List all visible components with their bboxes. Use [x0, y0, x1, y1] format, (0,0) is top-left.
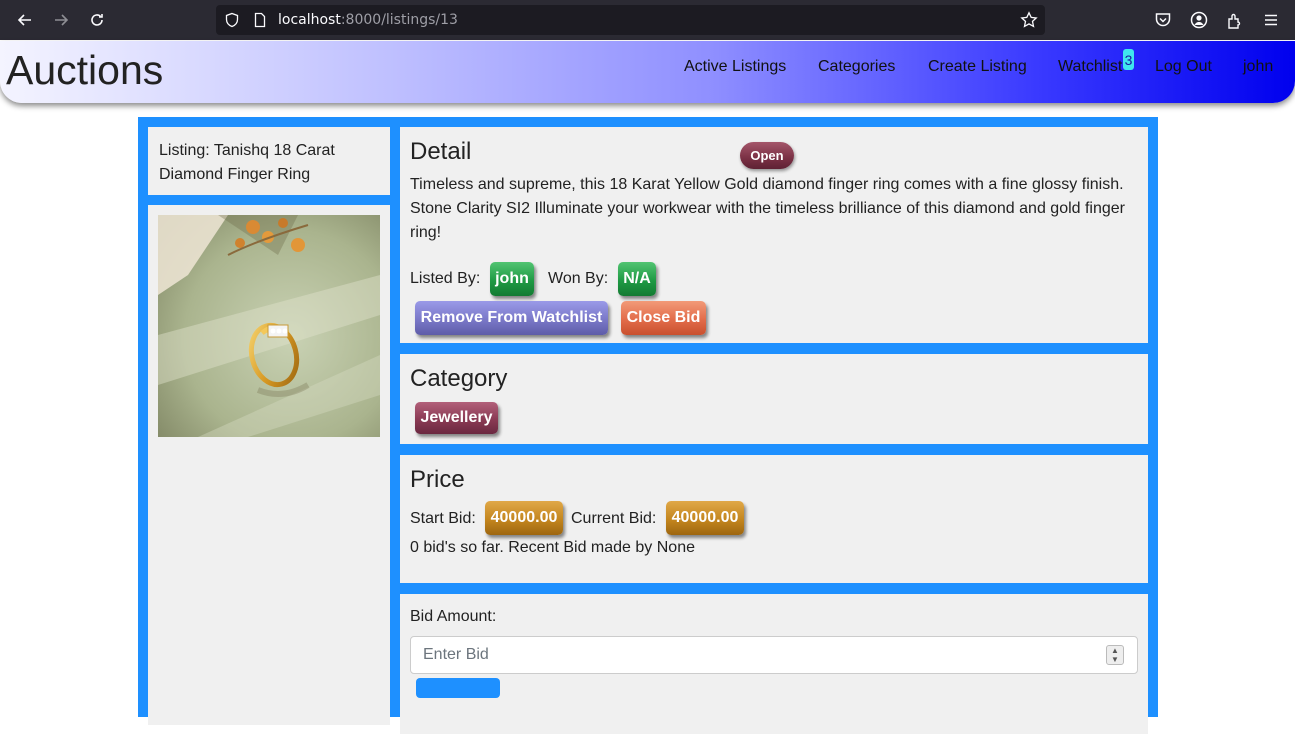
detail-panel: Detail Open Timeless and supreme, this 1…	[400, 127, 1148, 343]
nav-user[interactable]: john	[1243, 58, 1273, 76]
nav-watchlist[interactable]: Watchlist	[1058, 58, 1122, 76]
current-bid-badge: 40000.00	[666, 501, 744, 535]
url-text[interactable]: localhost:8000/listings/13	[278, 12, 458, 28]
place-bid-button[interactable]	[416, 678, 500, 698]
page-icon	[252, 12, 268, 33]
extensions-icon[interactable]	[1226, 11, 1244, 34]
watchlist-count-badge: 3	[1123, 49, 1134, 70]
status-badge: Open	[740, 142, 794, 169]
bid-amount-input[interactable]	[410, 636, 1138, 674]
category-heading: Category	[410, 365, 508, 392]
site-navbar: Auctions Active Listings Categories Crea…	[0, 41, 1295, 103]
back-icon[interactable]	[13, 8, 37, 32]
price-heading: Price	[410, 466, 465, 493]
brand-title[interactable]: Auctions	[6, 47, 163, 94]
bid-form-panel: Bid Amount: ▲▼	[400, 594, 1148, 734]
listing-title-panel: Listing: Tanishq 18 Carat Diamond Finger…	[148, 127, 390, 195]
nav-active-listings[interactable]: Active Listings	[684, 58, 786, 76]
detail-heading: Detail	[410, 138, 472, 165]
current-bid-label: Current Bid:	[571, 510, 657, 527]
ring-image	[158, 215, 380, 437]
category-badge[interactable]: Jewellery	[415, 402, 498, 434]
remove-watchlist-button[interactable]: Remove From Watchlist	[415, 301, 608, 335]
bookmark-star-icon[interactable]	[1020, 11, 1038, 34]
listed-by-label: Listed By:	[410, 270, 481, 287]
url-path: :8000/listings/13	[340, 12, 458, 28]
menu-icon[interactable]	[1262, 11, 1280, 34]
nav-log-out[interactable]: Log Out	[1155, 58, 1212, 76]
won-by-label: Won By:	[548, 270, 609, 287]
nav-create-listing[interactable]: Create Listing	[928, 58, 1027, 76]
close-bid-button[interactable]: Close Bid	[621, 301, 706, 335]
won-by-badge: N/A	[618, 262, 656, 296]
pocket-icon[interactable]	[1154, 11, 1172, 34]
listing-title: Listing: Tanishq 18 Carat Diamond Finger…	[159, 142, 335, 183]
listing-description: Timeless and supreme, this 18 Karat Yell…	[410, 176, 1126, 241]
price-panel: Price Start Bid: 40000.00 Current Bid: 4…	[400, 455, 1148, 583]
start-bid-badge: 40000.00	[485, 501, 563, 535]
account-icon[interactable]	[1190, 11, 1208, 34]
start-bid-label: Start Bid:	[410, 510, 476, 527]
listing-container: Listing: Tanishq 18 Carat Diamond Finger…	[138, 117, 1158, 734]
reload-icon[interactable]	[85, 8, 109, 32]
url-host: localhost	[278, 12, 341, 28]
category-panel: Category Jewellery	[400, 354, 1148, 444]
browser-toolbar: localhost:8000/listings/13	[0, 0, 1295, 40]
nav-categories[interactable]: Categories	[818, 58, 895, 76]
shield-icon[interactable]	[224, 12, 240, 33]
listed-by-badge: john	[490, 262, 534, 296]
listing-image-panel	[148, 205, 390, 725]
bid-summary: 0 bid's so far. Recent Bid made by None	[410, 539, 695, 556]
forward-icon[interactable]	[49, 8, 73, 32]
number-spinner-icon[interactable]: ▲ ▼	[1106, 645, 1124, 665]
address-bar[interactable]: localhost:8000/listings/13	[216, 5, 1045, 35]
bid-amount-label: Bid Amount:	[410, 608, 497, 625]
